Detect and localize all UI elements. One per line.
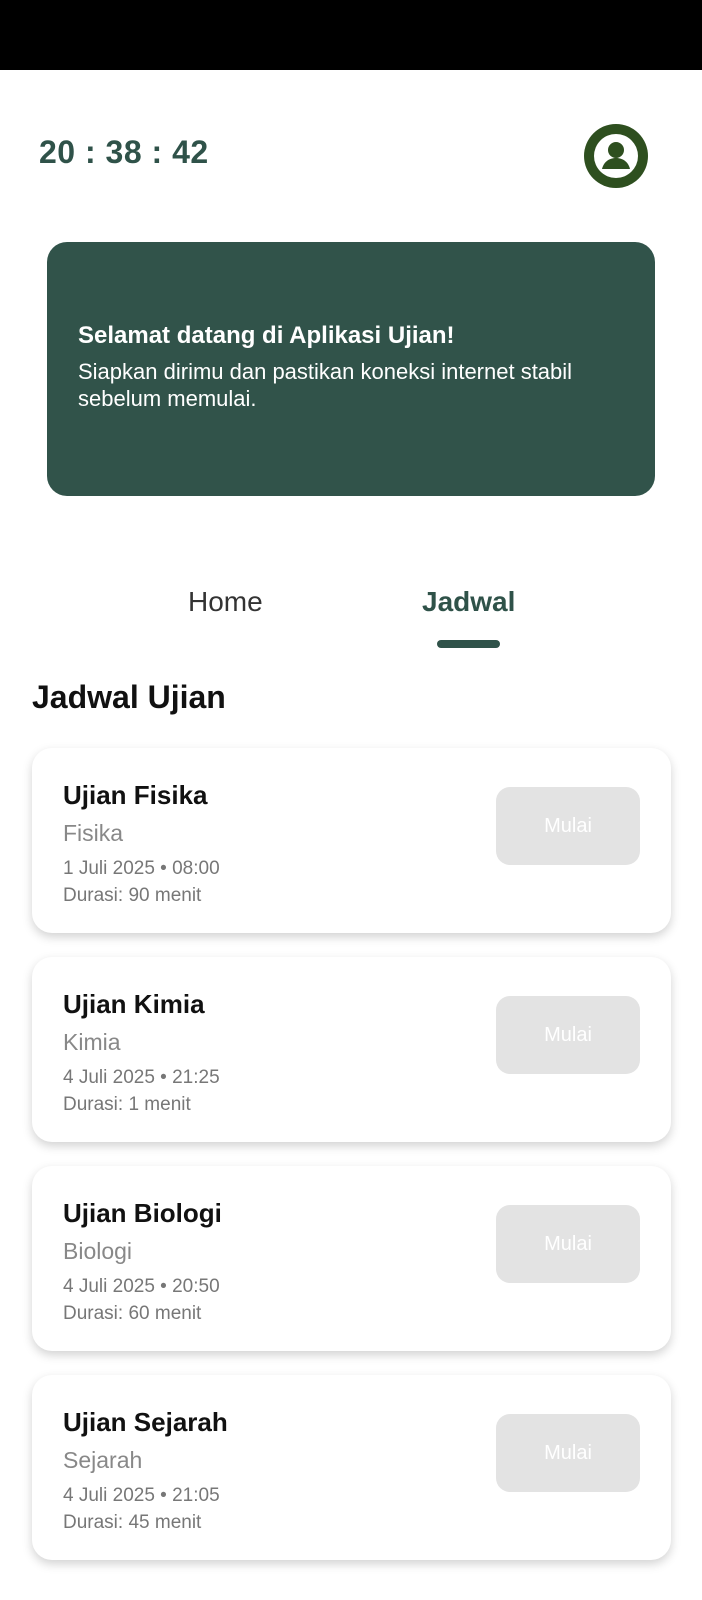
exam-datetime: 4 Juli 2025 • 20:50 xyxy=(63,1276,220,1297)
exam-subject: Sejarah xyxy=(63,1447,143,1473)
exam-card: Ujian Sejarah Sejarah 4 Juli 2025 • 21:0… xyxy=(32,1375,671,1560)
exam-duration: Durasi: 45 menit xyxy=(63,1512,202,1533)
exam-title: Ujian Biologi xyxy=(63,1198,222,1228)
exam-card: Ujian Biologi Biologi 4 Juli 2025 • 20:5… xyxy=(32,1166,671,1351)
exam-title: Ujian Kimia xyxy=(63,989,205,1019)
clock: 20 : 38 : 42 xyxy=(39,134,209,170)
exam-card: Ujian Kimia Kimia 4 Juli 2025 • 21:25 Du… xyxy=(32,957,671,1142)
start-exam-button[interactable]: Mulai xyxy=(496,996,640,1074)
exam-datetime: 1 Juli 2025 • 08:00 xyxy=(63,858,220,879)
user-profile-icon xyxy=(594,134,638,178)
exam-duration: Durasi: 60 menit xyxy=(63,1303,202,1324)
exam-duration: Durasi: 1 menit xyxy=(63,1094,191,1115)
tab-bar: Home Jadwal xyxy=(0,586,702,650)
tab-home[interactable]: Home xyxy=(188,586,263,618)
exam-subject: Fisika xyxy=(63,820,124,846)
section-title: Jadwal Ujian xyxy=(32,679,226,715)
active-tab-indicator xyxy=(437,640,500,648)
banner-title: Selamat datang di Aplikasi Ujian! xyxy=(78,322,455,349)
status-bar xyxy=(0,0,702,70)
exam-datetime: 4 Juli 2025 • 21:25 xyxy=(63,1067,220,1088)
avatar[interactable] xyxy=(584,124,648,188)
start-exam-button[interactable]: Mulai xyxy=(496,787,640,865)
welcome-banner: Selamat datang di Aplikasi Ujian! Siapka… xyxy=(47,242,655,496)
exam-title: Ujian Fisika xyxy=(63,780,208,810)
banner-text: Siapkan dirimu dan pastikan koneksi inte… xyxy=(78,359,573,411)
exam-subject: Biologi xyxy=(63,1238,133,1264)
start-exam-button[interactable]: Mulai xyxy=(496,1414,640,1492)
tab-jadwal[interactable]: Jadwal xyxy=(422,586,515,618)
exam-duration: Durasi: 90 menit xyxy=(63,885,202,906)
exam-datetime: 4 Juli 2025 • 21:05 xyxy=(63,1485,220,1506)
start-exam-button[interactable]: Mulai xyxy=(496,1205,640,1283)
exam-subject: Kimia xyxy=(63,1029,121,1055)
exam-card: Ujian Fisika Fisika 1 Juli 2025 • 08:00 … xyxy=(32,748,671,933)
exam-title: Ujian Sejarah xyxy=(63,1407,228,1437)
